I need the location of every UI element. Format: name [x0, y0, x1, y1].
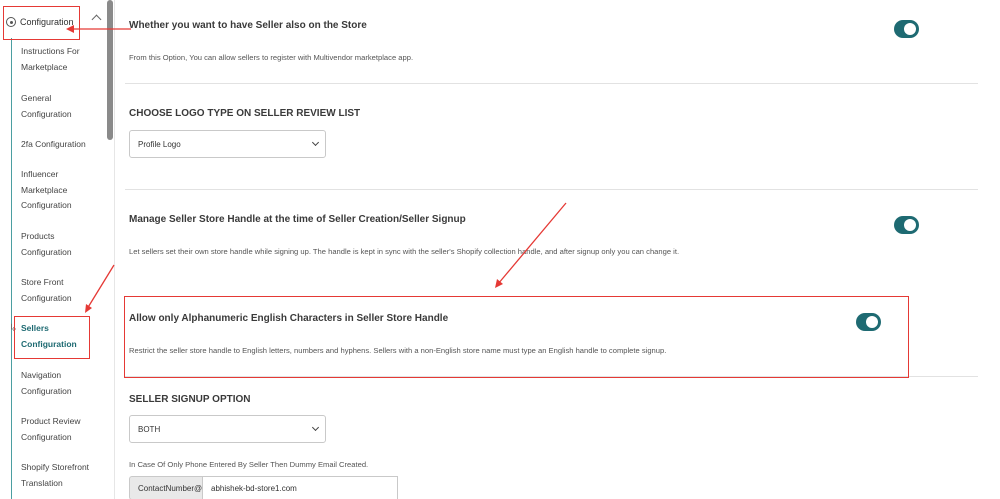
- store-handle-desc: Let sellers set their own store handle w…: [129, 247, 680, 256]
- sidebar-item-2fa-configuration[interactable]: 2fa Configuration: [21, 137, 101, 153]
- signup-option-title: SELLER SIGNUP OPTION: [129, 394, 251, 405]
- toggle-knob: [904, 23, 916, 35]
- annotation-box-sellers-configuration: [14, 316, 90, 359]
- sidebar-scrollbar[interactable]: [107, 0, 113, 140]
- dummy-email-domain-input[interactable]: [202, 476, 398, 499]
- sidebar-item-products-configuration[interactable]: Products Configuration: [21, 229, 101, 260]
- dummy-email-input-group: ContactNumber@: [129, 476, 398, 499]
- divider: [125, 83, 978, 84]
- seller-on-store-title: Whether you want to have Seller also on …: [129, 20, 367, 31]
- divider: [125, 189, 978, 190]
- toggle-knob: [904, 219, 916, 231]
- signup-option-selected-value: BOTH: [138, 424, 161, 434]
- logo-type-title: CHOOSE LOGO TYPE ON SELLER REVIEW LIST: [129, 108, 361, 119]
- store-handle-toggle[interactable]: [894, 216, 919, 234]
- seller-on-store-toggle[interactable]: [894, 20, 919, 38]
- sidebar: Configuration Instructions For Marketpla…: [0, 0, 115, 499]
- sidebar-item-product-review-configuration[interactable]: Product Review Configuration: [21, 414, 101, 445]
- seller-on-store-desc: From this Option, You can allow sellers …: [129, 53, 414, 62]
- sidebar-item-instructions[interactable]: Instructions For Marketplace: [21, 44, 101, 75]
- sidebar-item-store-front-configuration[interactable]: Store Front Configuration: [21, 275, 101, 306]
- sidebar-item-influencer-configuration[interactable]: Influencer Marketplace Configuration: [21, 167, 101, 214]
- signup-option-note: In Case Of Only Phone Entered By Seller …: [129, 460, 369, 469]
- sidebar-item-navigation-configuration[interactable]: Navigation Configuration: [21, 368, 101, 399]
- chevron-down-icon: [311, 138, 320, 147]
- logo-type-select[interactable]: Profile Logo: [129, 130, 326, 158]
- logo-type-selected-value: Profile Logo: [138, 139, 181, 149]
- store-handle-title: Manage Seller Store Handle at the time o…: [129, 214, 466, 225]
- sidebar-item-general-configuration[interactable]: General Configuration: [21, 91, 101, 122]
- main-content: Whether you want to have Seller also on …: [115, 0, 1000, 499]
- chevron-up-icon[interactable]: [91, 14, 102, 25]
- sidebar-tree-line: [11, 38, 12, 499]
- signup-option-select[interactable]: BOTH: [129, 415, 326, 443]
- dummy-email-prefix: ContactNumber@: [129, 476, 202, 499]
- annotation-box-alphanumeric-setting: [124, 296, 909, 378]
- sidebar-item-storefront-translation[interactable]: Shopify Storefront Translation: [21, 460, 101, 491]
- annotation-box-configuration: [3, 6, 80, 40]
- chevron-down-icon: [311, 423, 320, 432]
